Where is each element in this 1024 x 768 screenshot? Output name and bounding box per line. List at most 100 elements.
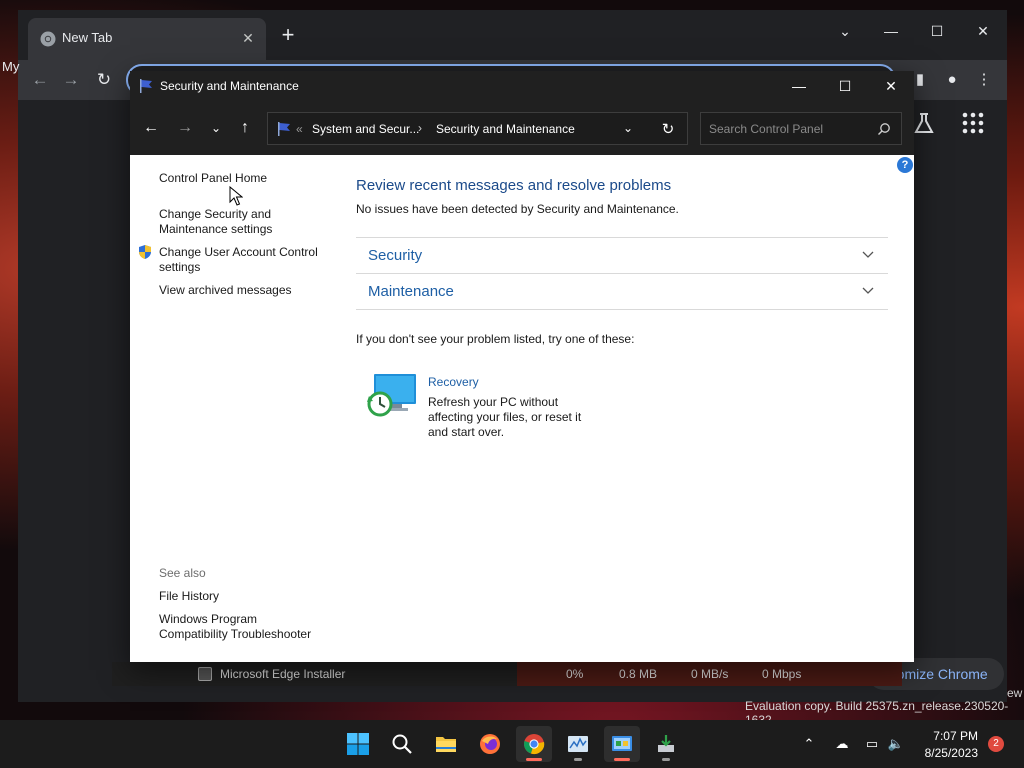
forward-icon[interactable]: → (173, 116, 197, 140)
window-title: Security and Maintenance (160, 79, 299, 93)
folder-icon (436, 737, 456, 752)
task-manager-row: Microsoft Edge Installer 0% 0.8 MB 0 MB/… (112, 662, 902, 686)
security-maintenance-window: Security and Maintenance — ☐ ✕ ← → ⌄ ↑ «… (130, 71, 914, 662)
breadcrumb-overflow[interactable]: « (296, 122, 303, 136)
uac-shield-icon (139, 245, 151, 259)
recovery-monitor-icon[interactable] (366, 372, 418, 420)
chevron-down-icon[interactable] (860, 282, 876, 298)
control-panel-icon (612, 736, 632, 751)
page-heading: Review recent messages and resolve probl… (356, 177, 672, 194)
control-panel-taskbar-app[interactable] (604, 726, 640, 762)
search-placeholder: Search Control Panel (709, 122, 824, 136)
security-section-label: Security (368, 247, 423, 264)
file-history-link[interactable]: File History (159, 589, 219, 604)
refresh-icon[interactable]: ↻ (658, 120, 678, 140)
chrome-tab-new-tab[interactable]: New Tab ✕ (28, 18, 266, 60)
breadcrumb-security-maintenance[interactable]: Security and Maintenance (436, 122, 575, 136)
memory-value: 0.8 MB (619, 667, 658, 681)
chrome-close-button[interactable]: ✕ (968, 16, 998, 46)
maintenance-section-header[interactable]: Maintenance (356, 273, 888, 309)
close-button[interactable]: ✕ (868, 71, 914, 101)
view-archived-messages-link[interactable]: View archived messages (159, 283, 292, 298)
firefox-taskbar-app[interactable] (472, 726, 508, 762)
back-icon[interactable]: ← (139, 116, 163, 140)
maximize-button[interactable]: ☐ (822, 71, 868, 101)
window-titlebar: Security and Maintenance — ☐ ✕ (130, 71, 914, 101)
up-icon[interactable]: ↑ (233, 116, 257, 140)
mouse-cursor-icon (229, 186, 243, 206)
chrome-partial-text: My (2, 59, 20, 74)
maintenance-section-label: Maintenance (368, 283, 454, 300)
running-indicator (574, 758, 582, 761)
minimize-button[interactable]: — (776, 71, 822, 101)
volume-icon[interactable]: 🔈 (886, 734, 906, 754)
labs-flask-icon[interactable] (911, 110, 937, 136)
security-section-header[interactable]: Security (356, 237, 888, 273)
chrome-tab-search-icon[interactable]: ⌄ (830, 16, 860, 46)
active-indicator (526, 758, 542, 761)
chevron-down-icon[interactable] (860, 246, 876, 262)
search-icon (392, 734, 412, 754)
process-metrics: 0% 0.8 MB 0 MB/s 0 Mbps (517, 662, 902, 686)
show-hidden-icons-chevron-icon[interactable]: ⌃ (799, 734, 819, 754)
task-manager-icon (568, 736, 588, 752)
change-security-settings-link[interactable]: Change Security and Maintenance settings (159, 207, 299, 237)
onedrive-cloud-icon[interactable]: ☁ (832, 734, 852, 754)
taskbar: ⌃ ☁ ▭ 🔈 7:07 PM 8/25/2023 2 (0, 720, 1024, 768)
watermark-fragment: ew (1007, 686, 1023, 700)
chrome-tabstrip: New Tab ✕ + ⌄ — ☐ ✕ (18, 10, 1007, 60)
search-control-panel-input[interactable]: Search Control Panel (700, 112, 902, 145)
installer-icon (198, 667, 212, 681)
start-button[interactable] (340, 726, 376, 762)
network-value: 0 Mbps (762, 667, 802, 681)
apps-grid-icon[interactable] (960, 110, 986, 136)
address-bar-area: ← → ⌄ ↑ « System and Secur... › Security… (130, 101, 914, 155)
change-uac-settings-link[interactable]: Change User Account Control settings (159, 245, 334, 275)
section-divider (356, 309, 888, 310)
see-also-heading: See also (159, 566, 206, 580)
recovery-description: Refresh your PC without affecting your f… (428, 395, 582, 439)
new-tab-button[interactable]: + (276, 24, 300, 48)
search-icon[interactable] (877, 122, 891, 136)
address-flag-icon (278, 122, 290, 136)
chrome-forward-icon[interactable]: → (59, 68, 83, 92)
breadcrumb-separator[interactable]: › (418, 121, 422, 135)
address-dropdown-icon[interactable]: ⌄ (620, 121, 636, 137)
chrome-minimize-button[interactable]: — (876, 16, 906, 46)
clock-time[interactable]: 7:07 PM (928, 729, 978, 743)
chrome-logo-icon (40, 31, 56, 47)
clock-date[interactable]: 8/25/2023 (918, 746, 978, 760)
compatibility-troubleshooter-link[interactable]: Windows Program Compatibility Troublesho… (159, 612, 329, 642)
network-icon[interactable]: ▭ (862, 734, 882, 754)
chrome-profile-icon[interactable]: ● (940, 68, 964, 92)
window-content: ? Control Panel Home Change Security and… (130, 155, 914, 662)
chrome-back-icon[interactable]: ← (28, 68, 52, 92)
task-manager-taskbar-app[interactable] (560, 726, 596, 762)
disk-value: 0 MB/s (691, 667, 729, 681)
chrome-taskbar-app[interactable] (516, 726, 552, 762)
chrome-maximize-button[interactable]: ☐ (922, 16, 952, 46)
notification-badge[interactable]: 2 (988, 736, 1004, 752)
file-explorer-taskbar-app[interactable] (428, 726, 464, 762)
installer-icon (658, 735, 674, 752)
taskbar-search-button[interactable] (384, 726, 420, 762)
chrome-reload-icon[interactable]: ↻ (92, 68, 116, 92)
firefox-icon (480, 734, 500, 754)
main-pane: Review recent messages and resolve probl… (356, 155, 888, 662)
try-these-text: If you don't see your problem listed, tr… (356, 332, 635, 346)
status-message: No issues have been detected by Security… (356, 202, 679, 216)
windows-logo-icon (347, 733, 369, 755)
chrome-icon (524, 734, 545, 755)
tab-close-icon[interactable]: ✕ (238, 28, 258, 48)
focused-indicator (614, 758, 630, 761)
recent-locations-chevron-icon[interactable]: ⌄ (204, 116, 228, 140)
process-name: Microsoft Edge Installer (220, 667, 346, 681)
installer-taskbar-app[interactable] (648, 726, 684, 762)
breadcrumb-system-security[interactable]: System and Secur... (312, 122, 419, 136)
recovery-link[interactable]: Recovery (428, 375, 479, 389)
address-field[interactable]: « System and Secur... › Security and Mai… (267, 112, 688, 145)
flag-icon (140, 79, 152, 93)
chrome-menu-icon[interactable]: ⋮ (972, 68, 996, 92)
help-icon[interactable]: ? (897, 157, 913, 173)
control-panel-home-link[interactable]: Control Panel Home (159, 171, 267, 186)
